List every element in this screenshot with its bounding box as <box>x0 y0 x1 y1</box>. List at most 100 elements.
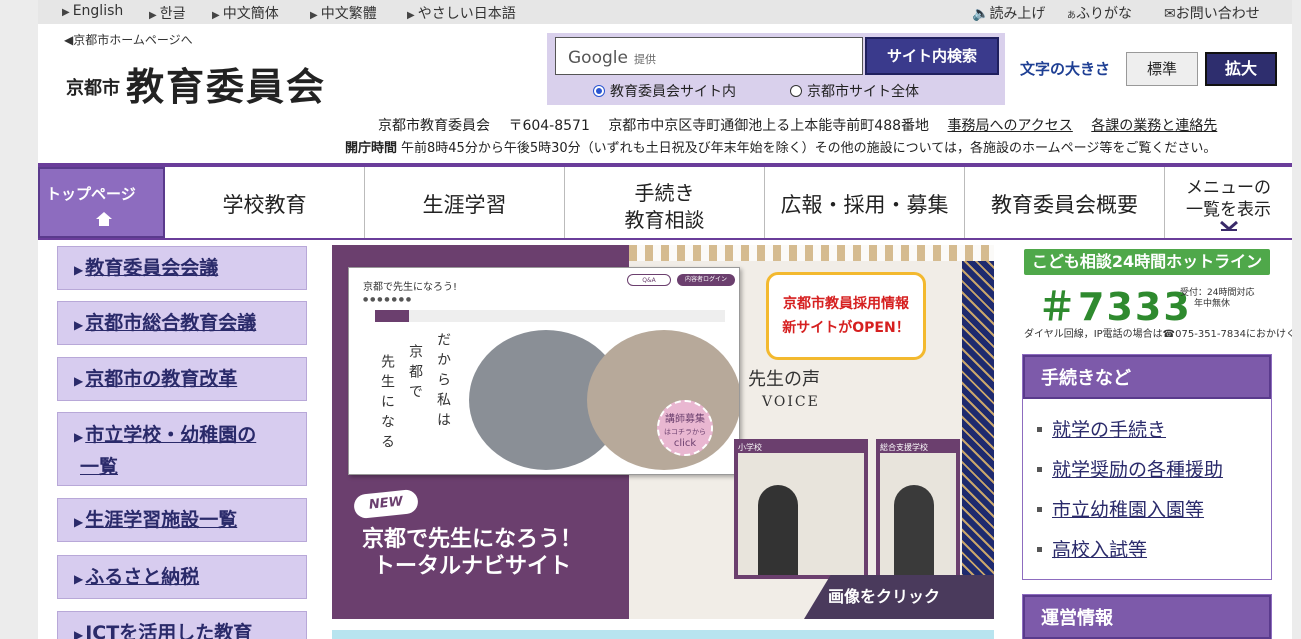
bullet-icon <box>1037 427 1042 432</box>
lang-label: 한글 <box>159 6 186 22</box>
nav-label: 生涯学習 <box>422 193 507 217</box>
side-link-ict-education[interactable]: ▶ ICTを活用した教育 <box>57 611 307 639</box>
hours-text: 午前8時45分から午後5時30分（いずれも土日祝及び年末年始を除く）その他の施設… <box>401 141 1217 156</box>
side-link-label: 京都市総合教育会議 <box>85 312 257 334</box>
side-link-lifelong-facilities[interactable]: ▶ 生涯学習施設一覧 <box>57 498 307 542</box>
city-home-link[interactable]: ◀京都市ホームページへ <box>64 31 193 48</box>
checker-pattern <box>629 245 994 261</box>
shot-news-row <box>375 310 725 322</box>
logo-title[interactable]: 教育委員会 <box>126 56 326 111</box>
search-input[interactable]: Google 提供 <box>555 37 863 75</box>
side-link-education-reform[interactable]: ▶ 京都市の教育改革 <box>57 357 307 401</box>
lang-traditional-chinese[interactable]: ▶ 中文繁體 <box>310 3 377 23</box>
lang-korean[interactable]: ▶ 한글 <box>149 3 185 23</box>
side-link-label: ふるさと納税 <box>85 566 200 588</box>
link-kindergarten-admission[interactable]: 市立幼稚園入園等 <box>1037 495 1204 522</box>
nav-label: 教育相談 <box>624 208 705 232</box>
page: ▶ English ▶ 한글 ▶ 中文簡体 ▶ 中文繁體 ▶ やさしい日本語 🔈読み上げ … <box>38 0 1292 639</box>
link-high-school-exam[interactable]: 高校入試等 <box>1037 535 1147 562</box>
panel-item-label: 高校入試等 <box>1052 539 1148 561</box>
triangle-icon: ▶ <box>74 374 84 388</box>
voice-en: VOICE <box>762 394 820 410</box>
triangle-icon: ▶ <box>310 10 318 21</box>
radio-all[interactable]: 京都市サイト全体 <box>790 81 919 101</box>
nav-procedures[interactable]: 手続き 教育相談 <box>565 167 765 238</box>
card-tag: 小学校 <box>738 443 762 452</box>
card-photo <box>738 453 864 575</box>
link-school-aid[interactable]: 就学奨励の各種援助 <box>1037 455 1223 482</box>
side-link-label: 生涯学習施設一覧 <box>85 509 238 531</box>
search-box: Google 提供 サイト内検索 教育委員会サイト内 京都市サイト全体 <box>547 33 1005 105</box>
house-icon <box>96 212 112 226</box>
triangle-icon: ▶ <box>74 263 84 277</box>
access-link[interactable]: 事務局へのアクセス <box>948 118 1073 134</box>
side-link-general-council[interactable]: ▶ 京都市総合教育会議 <box>57 301 307 345</box>
side-link-hometown-tax[interactable]: ▶ ふるさと納税 <box>57 555 307 599</box>
bullet-icon <box>1037 507 1042 512</box>
panel-heading: 運営情報 <box>1023 595 1271 639</box>
lang-simplified-chinese[interactable]: ▶ 中文簡体 <box>212 3 279 23</box>
contact-list-link[interactable]: 各課の業務と連絡先 <box>1091 118 1217 134</box>
lecturer-label: 講師募集 <box>665 414 705 425</box>
side-link-label: 京都市の教育改革 <box>85 368 238 390</box>
street-address: 京都市中京区寺町通御池上る上本能寺前町488番地 <box>608 118 930 134</box>
site-search-button[interactable]: サイト内検索 <box>865 37 999 75</box>
voice-jp: 先生の声 <box>748 369 820 390</box>
vertical-copy-3: 先生になる <box>379 354 395 454</box>
notice-line2: 新サイトがOPEN！ <box>782 320 910 336</box>
contact-link[interactable]: ✉お問い合わせ <box>1164 3 1260 23</box>
teacher-recruitment-banner[interactable]: 京都で先生になろう! Q&A 内容者ログイン ● ● ● ● ● ● ● だから… <box>332 245 994 619</box>
mail-icon: ✉ <box>1164 6 1176 22</box>
side-link-board-meeting[interactable]: ▶ 教育委員会会議 <box>57 246 307 290</box>
triangle-icon: ▶ <box>407 10 415 21</box>
nav-lifelong-learning[interactable]: 生涯学習 <box>365 167 565 238</box>
lang-label: 中文簡体 <box>222 6 279 22</box>
menu-line2: 一覧を表示 <box>1186 200 1271 220</box>
shot-menu-row: ● ● ● ● ● ● ● <box>363 296 412 303</box>
nav-label: 教育委員会概要 <box>991 193 1138 217</box>
click-image-label: 画像をクリック <box>804 575 994 619</box>
hotline-note: 受付：24時間対応 年中無休 <box>1180 288 1254 310</box>
lang-english[interactable]: ▶ English <box>62 3 123 19</box>
furigana-label: ふりがな <box>1076 6 1133 22</box>
nav-board-overview[interactable]: 教育委員会概要 <box>965 167 1165 238</box>
provided-label: 提供 <box>633 53 656 66</box>
logo-city[interactable]: 京都市 <box>66 74 120 100</box>
radio-all-label: 京都市サイト全体 <box>807 84 919 100</box>
shot-news-tag <box>375 310 409 322</box>
read-aloud-link[interactable]: 🔈読み上げ <box>972 3 1045 23</box>
panel-item-label: 就学の手続き <box>1052 419 1167 441</box>
notice-line1: 京都市教員採用情報 <box>783 296 909 312</box>
speaker-icon: 🔈 <box>972 6 990 22</box>
font-large-button[interactable]: 拡大 <box>1205 52 1277 86</box>
radio-unchecked-icon <box>790 85 802 97</box>
link-enrollment-procedure[interactable]: 就学の手続き <box>1037 415 1166 442</box>
radio-site[interactable]: 教育委員会サイト内 <box>593 81 736 101</box>
voice-card-special-support: 総合支援学校 <box>876 439 960 579</box>
lang-easy-japanese[interactable]: ▶ やさしい日本語 <box>407 3 516 23</box>
nav-top-page[interactable]: トップページ <box>38 167 165 238</box>
lecturer-sub: はコチラから <box>664 428 706 436</box>
bullet-icon <box>1037 467 1042 472</box>
nav-school-education[interactable]: 学校教育 <box>165 167 365 238</box>
lang-label: English <box>72 3 124 19</box>
shot-login-pill: 内容者ログイン <box>677 274 735 286</box>
triangle-icon: ▶ <box>74 515 84 529</box>
triangle-icon: ▶ <box>74 572 84 586</box>
triangle-icon: ▶ <box>62 7 70 18</box>
second-banner[interactable] <box>332 630 994 639</box>
furigana-link[interactable]: あふりがな <box>1067 3 1132 23</box>
triangle-icon: ▶ <box>74 430 84 444</box>
font-standard-button[interactable]: 標準 <box>1126 52 1198 86</box>
hotline-number[interactable]: ＃7333 <box>1038 276 1192 331</box>
lecturer-click: click <box>673 438 697 449</box>
nav-label: 広報・採用・募集 <box>780 193 949 217</box>
side-link-school-list[interactable]: ▶ 市立学校・幼稚園の 一覧 <box>57 412 307 486</box>
nav-label: 手続き <box>634 181 695 205</box>
banner-title-line1: 京都で先生になろう！ <box>362 527 583 552</box>
vertical-copy-2: 京都で <box>407 344 423 404</box>
lecturer-recruit-badge: 講師募集はコチラから click <box>657 400 713 456</box>
nav-menu-list-button[interactable]: メニューの 一覧を表示 <box>1165 167 1292 238</box>
vertical-copy-1: だから私は <box>435 332 451 432</box>
nav-pr-recruitment[interactable]: 広報・採用・募集 <box>765 167 965 238</box>
